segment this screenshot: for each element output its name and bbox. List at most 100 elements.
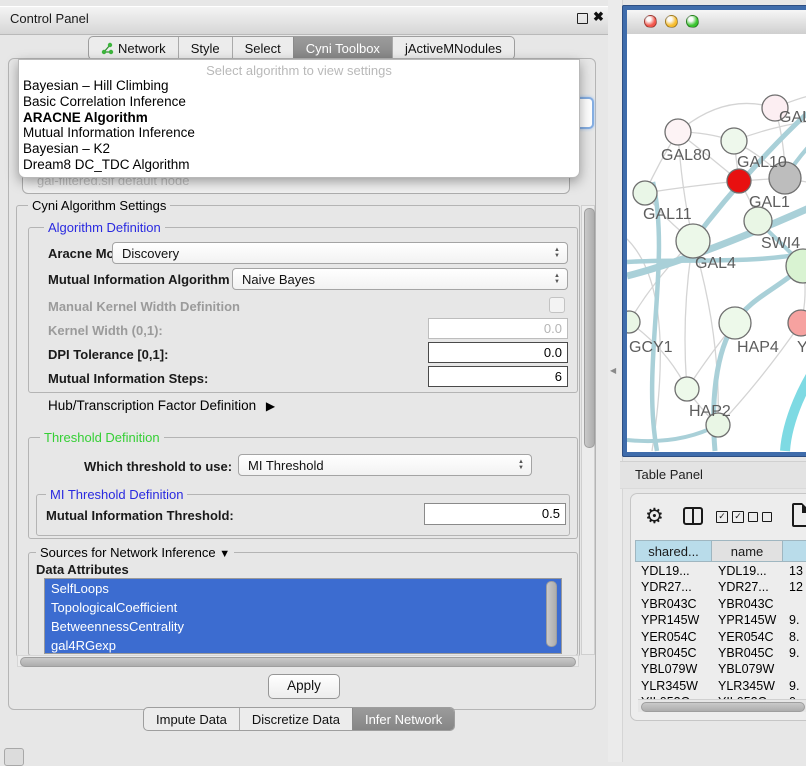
table-cell[interactable]: YDR27... [718,580,769,594]
node-hap2[interactable] [675,377,699,401]
table-panel-title: Table Panel [635,467,703,482]
node-gal4[interactable] [676,224,710,258]
document-icon[interactable] [792,503,806,527]
node-mid-green[interactable] [744,207,772,235]
splitter-collapse-icon[interactable]: ◀ [610,366,616,375]
algo-option-mutual-information-inference[interactable]: Mutual Information Inference [19,125,579,141]
network-edge[interactable] [678,103,775,132]
minimize-traffic-light[interactable] [665,15,678,28]
settings-vscroll-thumb[interactable] [584,208,595,448]
node-hap4[interactable] [719,307,751,339]
aracne-mode-combo[interactable]: Discovery ▲▼ [112,242,568,264]
kernel-width-field[interactable]: 0.0 [428,318,568,339]
columns-icon[interactable] [683,507,703,525]
node-gcy1[interactable] [627,311,640,333]
bottom-tab-impute-data[interactable]: Impute Data [144,708,239,730]
network-edge[interactable] [627,425,718,441]
table-cell[interactable]: YBL079W [718,662,774,676]
tab-network[interactable]: Network [89,37,178,59]
mi-steps-label: Mutual Information Steps: [48,371,208,386]
tab-style[interactable]: Style [178,37,232,59]
kernel-width-label: Kernel Width (0,1): [48,323,163,338]
gear-icon[interactable]: ⚙ [645,504,664,529]
which-threshold-combo[interactable]: MI Threshold ▲▼ [238,454,532,476]
mi-type-combo[interactable]: Naive Bayes ▲▼ [232,268,568,290]
network-canvas[interactable]: GALGAL80GAL10GAL1GAL11SWI4GAL4GCY1HAP4YH… [627,34,806,452]
sources-title[interactable]: Sources for Network Inference ▼ [36,545,234,560]
close-traffic-light[interactable] [644,15,657,28]
table-hscroll-track[interactable] [638,699,806,712]
table-cell[interactable]: 12 [789,580,803,594]
bottom-tab-discretize-data[interactable]: Discretize Data [239,708,352,730]
control-panel: Control Panel ✖ NetworkStyleSelectCyni T… [0,0,609,762]
table-cell[interactable]: YLR345W [718,679,775,693]
table-cell[interactable]: YBR045C [641,646,697,660]
network-edge[interactable] [645,181,739,193]
node-gal11[interactable] [633,181,657,205]
mi-threshold-field[interactable]: 0.5 [424,503,566,525]
network-edge[interactable] [685,241,693,389]
panel-splitter[interactable] [608,0,623,762]
table-cell[interactable]: 9. [789,646,799,660]
settings-hscroll-thumb[interactable] [20,657,576,667]
bottom-tab-infer-network[interactable]: Infer Network [352,708,454,730]
tab-select[interactable]: Select [232,37,293,59]
mi-type-value: Naive Bayes [242,272,315,287]
table-cell[interactable]: YER054C [641,630,697,644]
node-gal1-red[interactable] [727,169,751,193]
algo-option-basic-correlation-inference[interactable]: Basic Correlation Inference [19,94,579,110]
table-cell[interactable]: YBL079W [641,662,697,676]
zoom-traffic-light[interactable] [686,15,699,28]
hub-definition-expander[interactable]: Hub/Transcription Factor Definition ▶ [48,398,275,413]
table-cell[interactable]: YER054C [718,630,774,644]
apply-button[interactable]: Apply [268,674,340,699]
table-cell[interactable]: YDL19... [718,564,767,578]
tab-network-label: Network [118,41,166,56]
table-cell[interactable]: YBR043C [718,597,774,611]
algo-option-bayesian-k2[interactable]: Bayesian – K2 [19,141,579,157]
collapsed-panel-chip[interactable] [4,748,24,766]
table-cell[interactable]: 13 [789,564,803,578]
table-cell[interactable]: YLR345W [641,679,698,693]
table-cell[interactable]: YBR043C [641,597,697,611]
algo-option-dream8-dc-tdc-algorithm[interactable]: Dream8 DC_TDC Algorithm [19,157,579,173]
node-gal10[interactable] [721,128,747,154]
algo-option-aracne-algorithm[interactable]: ARACNE Algorithm [19,110,579,126]
unchecked-rows-icon[interactable] [748,512,772,522]
table-cell[interactable]: YBR045C [718,646,774,660]
attribute-topologicalcoefficient[interactable]: TopologicalCoefficient [45,598,561,617]
tab-cyni-toolbox[interactable]: Cyni Toolbox [293,37,392,59]
attribute-gal4rgexp[interactable]: gal4RGexp [45,636,561,654]
column-header-shared[interactable]: shared... [635,540,712,562]
attribute-betweennesscentrality[interactable]: BetweennessCentrality [45,617,561,636]
node-label-gal1: GAL1 [749,194,790,211]
tab-jactivemnodules[interactable]: jActiveMNodules [392,37,514,59]
checked-rows-icon[interactable]: ✓✓ [716,511,744,523]
close-icon[interactable]: ✖ [593,9,604,25]
data-attributes-list[interactable]: SelfLoopsTopologicalCoefficientBetweenne… [44,578,562,654]
attributes-scrollbar[interactable] [546,581,557,647]
tab-select-label: Select [245,41,281,56]
network-edge[interactable] [785,352,806,451]
expander-arrow-icon: ▶ [266,399,275,413]
node-label-gal: GAL [779,109,806,126]
mi-steps-field[interactable]: 6 [428,366,568,387]
table-cell[interactable]: YPR145W [718,613,776,627]
algo-option-bayesian-hill-climbing[interactable]: Bayesian – Hill Climbing [19,78,579,94]
table-cell[interactable]: YDL19... [641,564,690,578]
table-cell[interactable]: 9. [789,679,799,693]
column-header-clipped[interactable] [783,540,806,562]
float-window-icon[interactable] [577,13,588,24]
column-header-name[interactable]: name [712,540,783,562]
node-gal80[interactable] [665,119,691,145]
bottom-tab-discretize-data-label: Discretize Data [252,712,340,727]
table-cell[interactable]: 9. [789,613,799,627]
manual-kernel-checkbox[interactable] [549,297,565,313]
table-cell[interactable]: YDR27... [641,580,692,594]
table-cell[interactable]: 8. [789,630,799,644]
dpi-tolerance-field[interactable]: 0.0 [428,342,568,363]
table-hscroll-thumb[interactable] [641,702,805,712]
attribute-selfloops[interactable]: SelfLoops [45,579,561,598]
table-cell[interactable]: YPR145W [641,613,699,627]
node-salmon[interactable] [788,310,806,336]
